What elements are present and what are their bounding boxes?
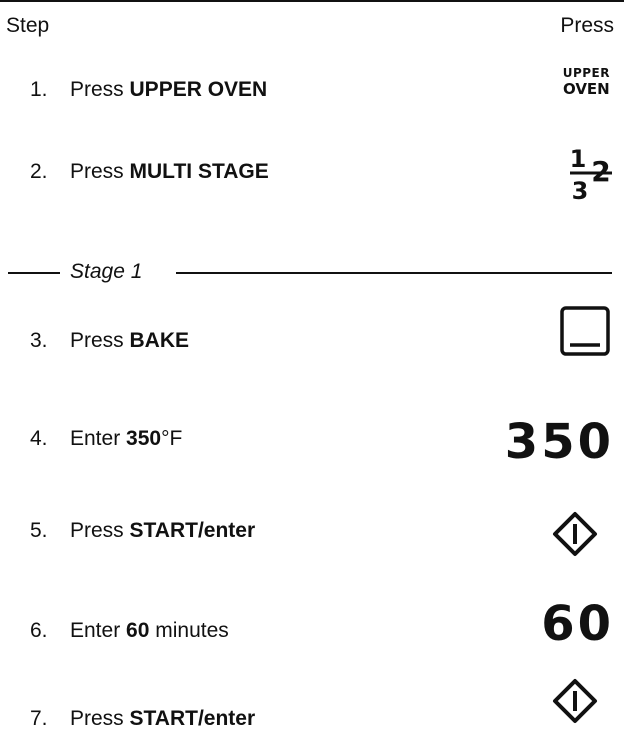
header-step: Step xyxy=(6,14,50,37)
header-press: Press xyxy=(560,14,614,37)
step-6: 6. Enter 60 minutes xyxy=(30,617,229,645)
minutes-display: 60 xyxy=(541,596,614,652)
step-2: 2. Press MULTI STAGE xyxy=(30,158,269,186)
step-emphasis: START/enter xyxy=(129,519,256,542)
bake-icon xyxy=(560,306,610,356)
step-emphasis: START/enter xyxy=(129,707,256,730)
step-action: Press xyxy=(70,78,130,101)
svg-text:1: 1 xyxy=(570,145,587,173)
step-emphasis: 60 xyxy=(126,619,150,642)
step-3: 3. Press BAKE xyxy=(30,327,189,355)
step-action: Press xyxy=(70,707,130,730)
step-suffix: minutes xyxy=(149,619,229,642)
svg-text:2: 2 xyxy=(591,155,610,188)
temperature-display: 350 xyxy=(504,414,614,470)
stage-rule-left xyxy=(8,272,60,274)
step-7: 7. Press START/enter xyxy=(30,705,255,733)
step-action: Press xyxy=(70,160,130,183)
step-number: 7. xyxy=(30,707,48,730)
step-emphasis: BAKE xyxy=(129,329,190,352)
step-emphasis: 350 xyxy=(126,427,162,450)
step-number: 5. xyxy=(30,519,48,542)
step-action: Press xyxy=(70,329,130,352)
start-enter-icon xyxy=(553,679,597,723)
step-number: 6. xyxy=(30,619,48,642)
step-1: 1. Press UPPER OVEN xyxy=(30,76,267,104)
multi-stage-fraction-icon: 1 2 3 xyxy=(570,145,612,203)
svg-text:3: 3 xyxy=(572,177,589,203)
step-emphasis: UPPER OVEN xyxy=(129,78,268,101)
step-action: Enter xyxy=(70,619,127,642)
step-number: 4. xyxy=(30,427,48,450)
upper-oven-key-line2: OVEN xyxy=(562,80,610,98)
step-action: Press xyxy=(70,519,130,542)
stage-label: Stage 1 xyxy=(70,260,143,283)
step-action: Enter xyxy=(70,427,127,450)
step-emphasis: MULTI STAGE xyxy=(129,160,269,183)
top-rule xyxy=(0,0,624,2)
step-5: 5. Press START/enter xyxy=(30,517,255,545)
step-number: 2. xyxy=(30,160,48,183)
step-suffix: °F xyxy=(161,427,183,450)
start-enter-icon xyxy=(553,512,597,556)
step-number: 1. xyxy=(30,78,48,101)
upper-oven-key-line1: UPPER xyxy=(562,66,610,80)
upper-oven-key-icon: UPPER OVEN xyxy=(563,65,610,97)
step-number: 3. xyxy=(30,329,48,352)
stage-rule-right xyxy=(176,272,612,274)
stage-separator: Stage 1 xyxy=(0,258,624,286)
step-4: 4. Enter 350°F xyxy=(30,425,182,453)
